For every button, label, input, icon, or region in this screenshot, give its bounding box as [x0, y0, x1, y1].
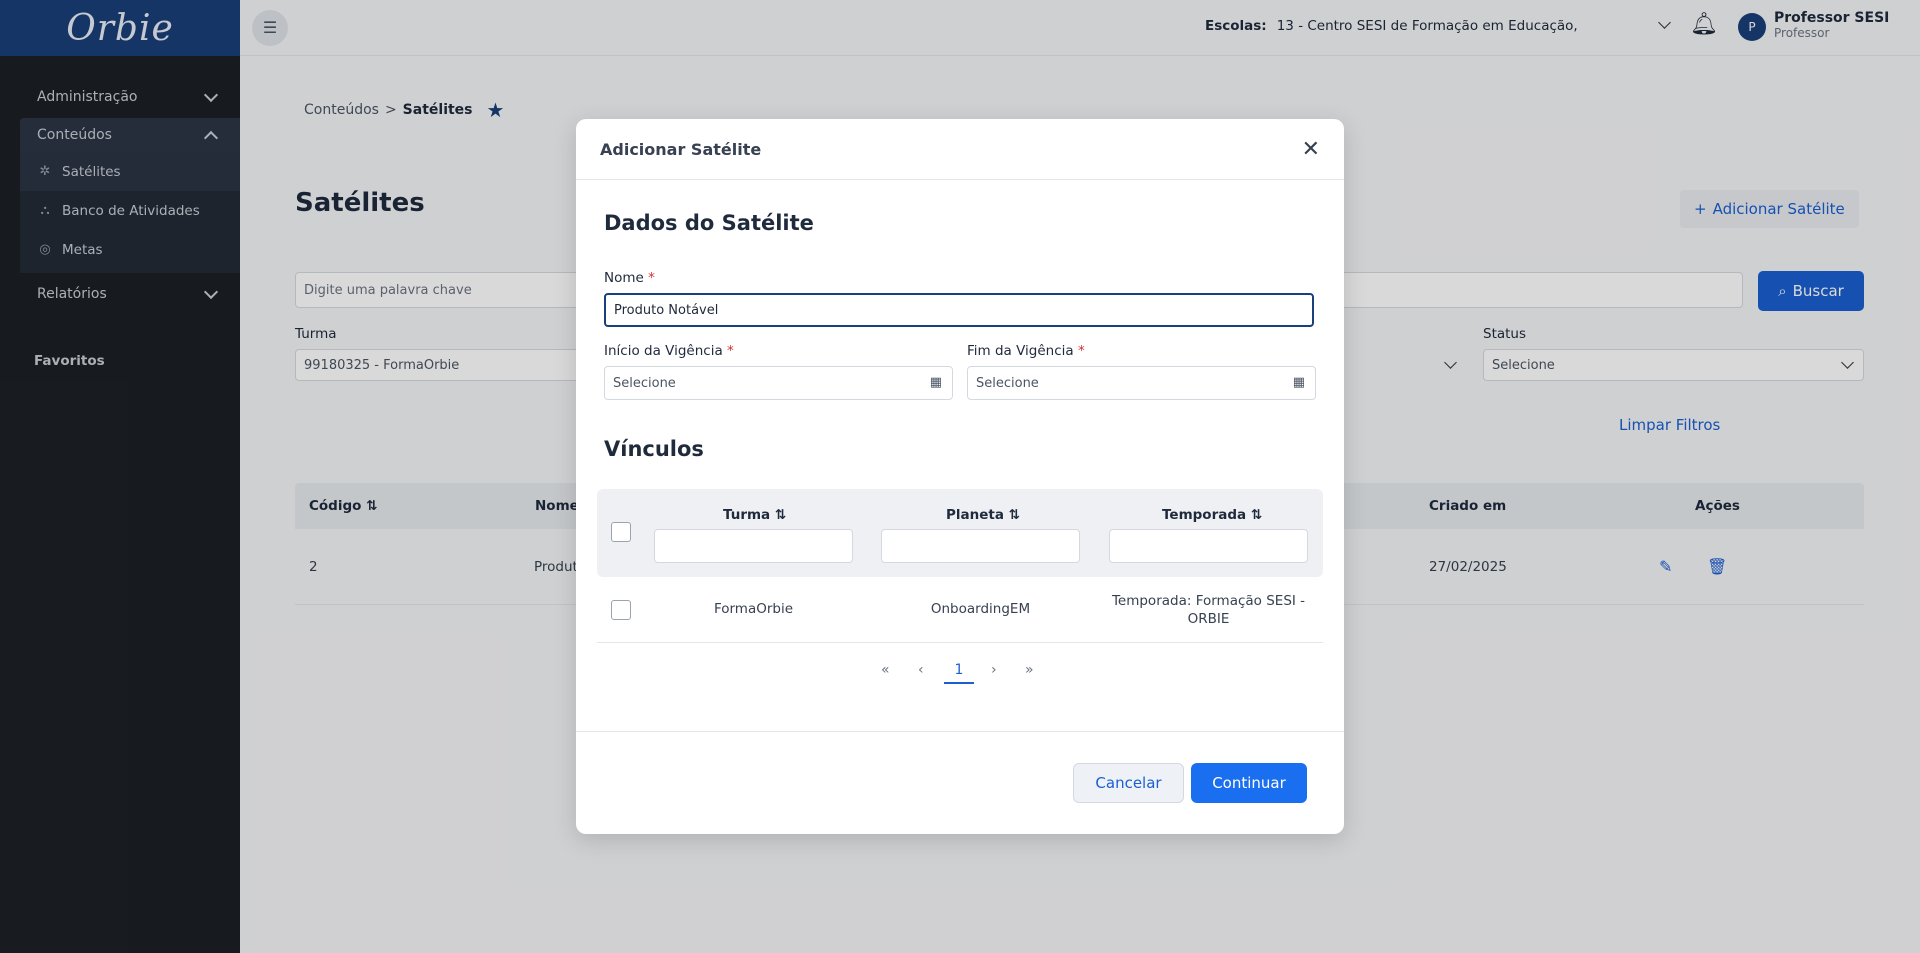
cancel-button[interactable]: Cancelar	[1073, 763, 1184, 803]
header-planeta[interactable]: Planeta ⇅	[946, 507, 1020, 523]
modal-footer-divider	[576, 731, 1344, 732]
row-checkbox[interactable]	[611, 600, 631, 620]
planeta-filter-input[interactable]	[881, 529, 1080, 563]
inicio-vigencia-label: Início da Vigência *	[604, 343, 734, 359]
turma-filter-input[interactable]	[654, 529, 853, 563]
links-grid-header: Turma ⇅ Planeta ⇅ Temporada ⇅	[597, 489, 1323, 577]
modal-header: Adicionar Satélite ✕	[576, 119, 1344, 180]
inicio-vigencia-placeholder: Selecione	[613, 375, 676, 391]
next-page-icon[interactable]: ›	[991, 662, 997, 678]
cell-temporada: Temporada: Formação SESI - ORBIE	[1111, 593, 1306, 627]
nome-label: Nome *	[604, 270, 655, 286]
header-turma[interactable]: Turma ⇅	[723, 507, 786, 523]
pagination: « ‹ 1 › »	[576, 656, 1344, 688]
calendar-icon[interactable]: ▦	[1293, 375, 1305, 390]
fim-vigencia-placeholder: Selecione	[976, 375, 1039, 391]
page-number[interactable]: 1	[944, 662, 974, 684]
cell-planeta: OnboardingEM	[930, 601, 1031, 617]
section-title-dados: Dados do Satélite	[604, 211, 814, 235]
continue-button[interactable]: Continuar	[1191, 763, 1307, 803]
last-page-icon[interactable]: »	[1025, 662, 1034, 678]
select-all-checkbox[interactable]	[611, 522, 631, 542]
first-page-icon[interactable]: «	[881, 662, 890, 678]
cell-turma: FormaOrbie	[713, 601, 794, 617]
nome-input[interactable]: Produto Notável	[604, 293, 1314, 327]
prev-page-icon[interactable]: ‹	[918, 662, 924, 678]
close-icon[interactable]: ✕	[1302, 137, 1320, 162]
section-title-vinculos: Vínculos	[604, 437, 704, 461]
temporada-filter-input[interactable]	[1109, 529, 1308, 563]
inicio-vigencia-input[interactable]: Selecione ▦	[604, 366, 953, 400]
header-temporada[interactable]: Temporada ⇅	[1162, 507, 1262, 523]
fim-vigencia-input[interactable]: Selecione ▦	[967, 366, 1316, 400]
add-satellite-modal: Adicionar Satélite ✕ Dados do Satélite N…	[576, 119, 1344, 834]
table-row: FormaOrbie OnboardingEM Temporada: Forma…	[597, 577, 1323, 643]
modal-title: Adicionar Satélite	[600, 139, 762, 159]
fim-vigencia-label: Fim da Vigência *	[967, 343, 1085, 359]
calendar-icon[interactable]: ▦	[930, 375, 942, 390]
